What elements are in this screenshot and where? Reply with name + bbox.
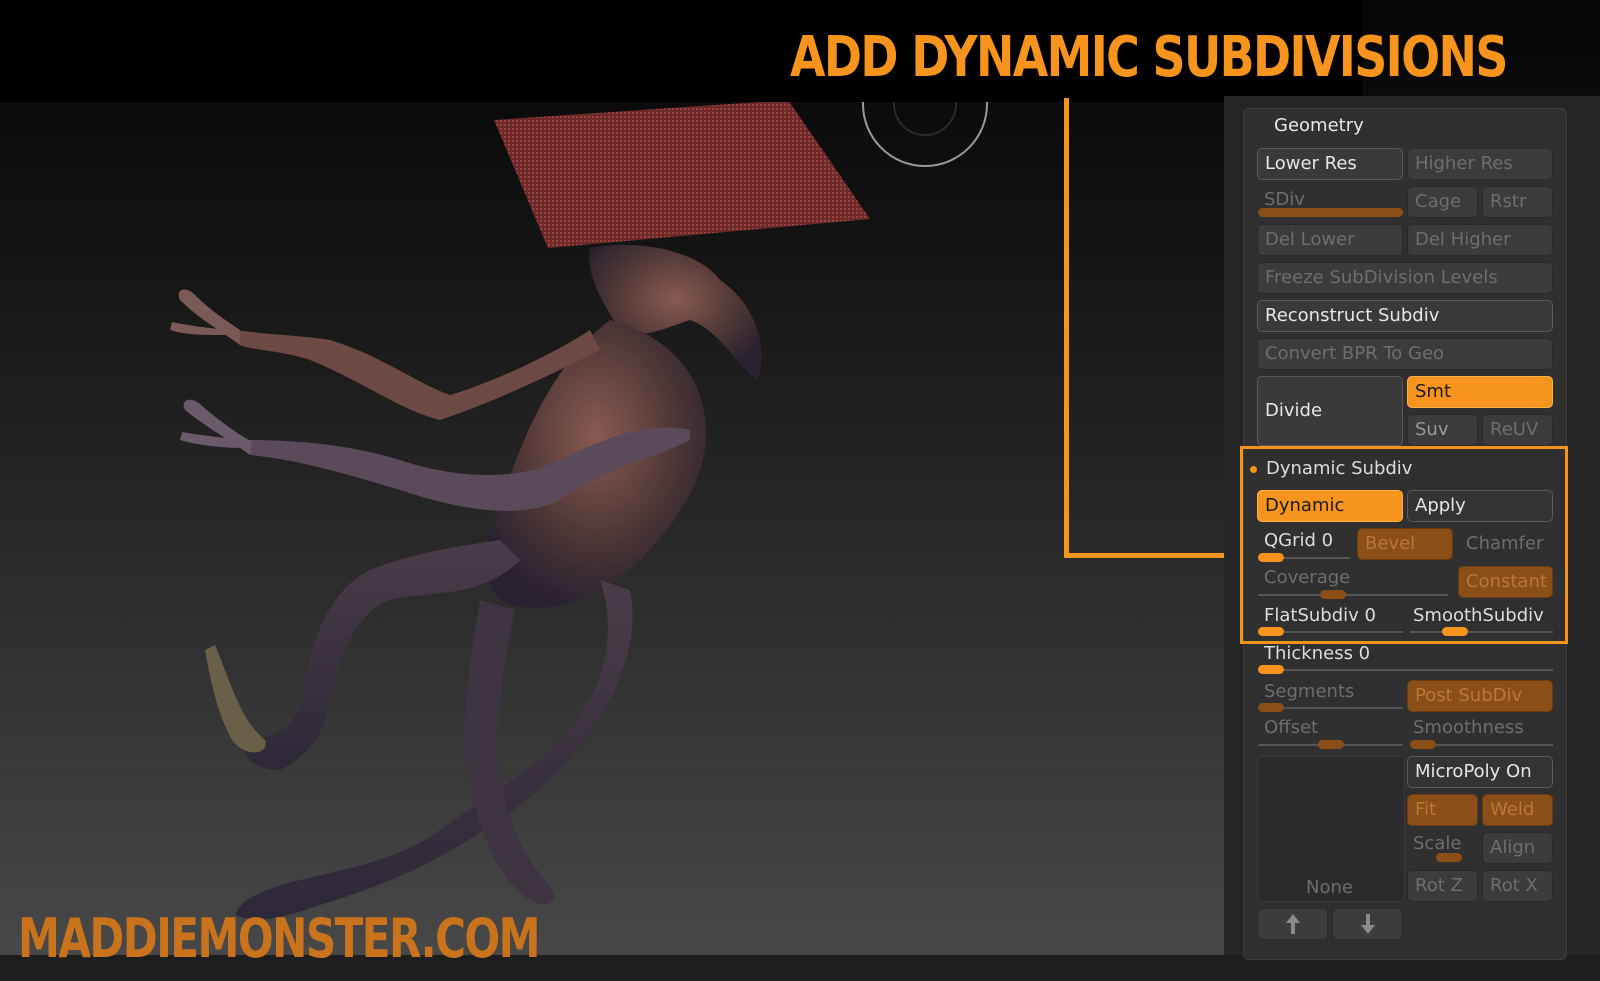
align-button[interactable]: Align — [1482, 832, 1553, 864]
thickness-slider-track[interactable] — [1258, 669, 1553, 671]
fit-toggle[interactable]: Fit — [1407, 794, 1478, 826]
smt-toggle[interactable]: Smt — [1407, 376, 1553, 408]
smoothness-slider-knob[interactable] — [1410, 740, 1436, 749]
suv-toggle[interactable]: Suv — [1407, 414, 1478, 446]
rstr-button[interactable]: Rstr — [1482, 186, 1553, 218]
dynamic-subdiv-highlight — [1240, 446, 1568, 644]
qgrid-plane — [494, 100, 870, 248]
thickness-slider-knob[interactable] — [1258, 665, 1284, 674]
panel-title: Geometry — [1274, 115, 1364, 136]
creature-leg-mid — [465, 600, 554, 905]
weld-toggle[interactable]: Weld — [1482, 794, 1553, 826]
lower-res-button[interactable]: Lower Res — [1257, 148, 1403, 180]
rotz-button[interactable]: Rot Z — [1407, 870, 1478, 902]
callout-line-horizontal — [1064, 553, 1240, 558]
del-higher-button[interactable]: Del Higher — [1407, 224, 1553, 256]
reuv-toggle[interactable]: ReUV — [1482, 414, 1553, 446]
divide-button[interactable]: Divide — [1257, 376, 1403, 446]
creature-hand-lower — [180, 399, 252, 455]
offset-slider-label: Offset — [1264, 717, 1319, 738]
segments-slider-label: Segments — [1264, 681, 1355, 702]
offset-slider-knob[interactable] — [1318, 740, 1344, 749]
creature-foot — [205, 645, 266, 753]
arrow-up-icon — [1285, 914, 1300, 934]
rotx-button[interactable]: Rot X — [1482, 870, 1553, 902]
reconstruct-subdiv-button[interactable]: Reconstruct Subdiv — [1257, 300, 1553, 332]
freeze-subdivision-button[interactable]: Freeze SubDivision Levels — [1257, 262, 1553, 294]
arrow-down-button[interactable] — [1332, 908, 1403, 940]
higher-res-button[interactable]: Higher Res — [1407, 148, 1553, 180]
del-lower-button[interactable]: Del Lower — [1257, 224, 1403, 256]
micropoly-none-label: None — [1306, 877, 1353, 898]
creature-hand-upper — [170, 289, 240, 345]
post-subdiv-toggle[interactable]: Post SubDiv — [1407, 680, 1553, 712]
arrow-up-button[interactable] — [1257, 908, 1328, 940]
thickness-slider-label: Thickness 0 — [1264, 643, 1371, 664]
watermark: MADDIEMONSTER.COM — [18, 907, 541, 970]
micropoly-on-button[interactable]: MicroPoly On — [1407, 756, 1553, 788]
sdiv-label: SDiv — [1264, 189, 1305, 210]
smoothness-slider-label: Smoothness — [1413, 717, 1524, 738]
scale-slider-label: Scale — [1413, 833, 1462, 854]
scale-slider-knob[interactable] — [1436, 853, 1462, 862]
cage-button[interactable]: Cage — [1407, 186, 1478, 218]
segments-slider-knob[interactable] — [1258, 703, 1284, 712]
banner-title: ADD DYNAMIC SUBDIVISIONS — [790, 25, 1508, 90]
convert-bpr-button[interactable]: Convert BPR To Geo — [1257, 338, 1553, 370]
arrow-down-icon — [1360, 914, 1375, 934]
sdiv-slider[interactable] — [1258, 208, 1403, 217]
callout-line-vertical — [1064, 98, 1069, 558]
